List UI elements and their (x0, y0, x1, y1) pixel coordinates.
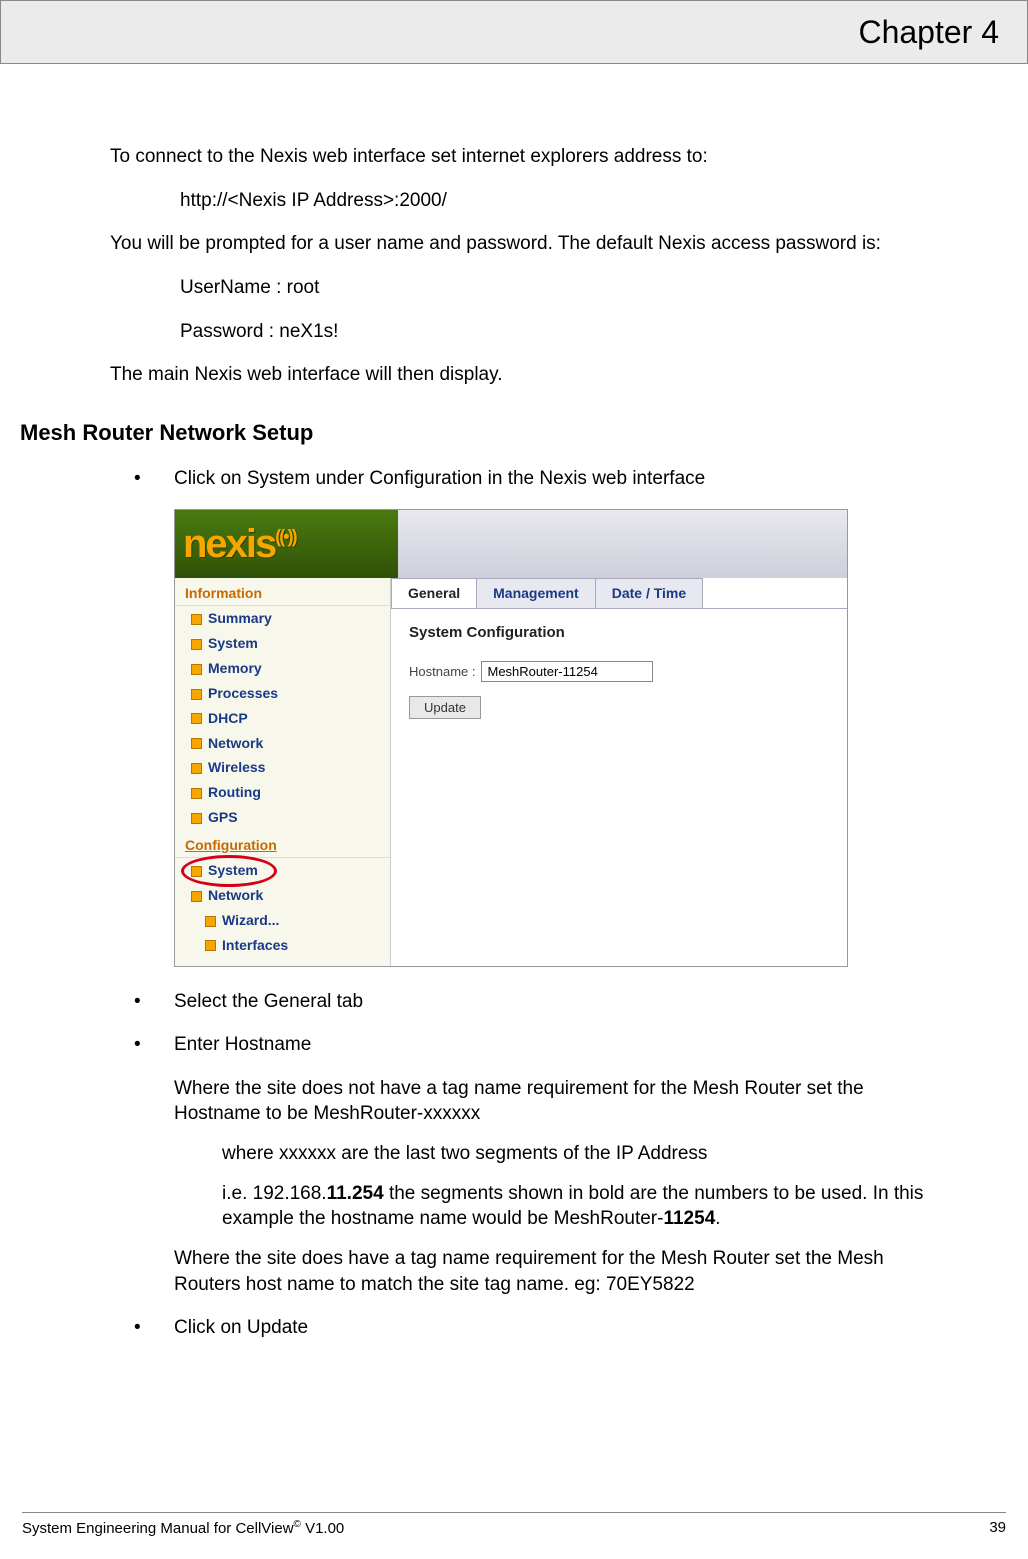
credential-username: UserName : root (110, 275, 948, 301)
nexis-screenshot: nexis((•)) Information Summary System Me… (174, 509, 848, 966)
bullet-icon (191, 891, 202, 902)
bullet-icon (191, 713, 202, 724)
sidebar-section-configuration: Configuration (175, 830, 390, 858)
hostname-row: Hostname : (391, 661, 847, 692)
paragraph: The main Nexis web interface will then d… (110, 362, 948, 388)
bullet-item: Click on System under Configuration in t… (134, 466, 948, 492)
update-button[interactable]: Update (409, 696, 481, 719)
tab-datetime[interactable]: Date / Time (595, 578, 703, 608)
hostname-input[interactable] (481, 661, 653, 682)
sidebar-item-summary[interactable]: Summary (175, 606, 390, 631)
panel-title: System Configuration (391, 609, 847, 661)
chapter-title: Chapter 4 (858, 14, 999, 51)
sidebar-item-wireless[interactable]: Wireless (175, 755, 390, 780)
document-body: To connect to the Nexis web interface se… (0, 64, 1028, 1341)
bullet-icon (191, 788, 202, 799)
code-line: http://<Nexis IP Address>:2000/ (110, 188, 948, 214)
bullet-icon (205, 940, 216, 951)
page-number: 39 (989, 1519, 1006, 1537)
bullet-item: Click on Update (134, 1315, 948, 1341)
bullet-icon (191, 689, 202, 700)
bullet-icon (191, 763, 202, 774)
paragraph: Where the site does have a tag name requ… (174, 1246, 948, 1297)
paragraph: Where the site does not have a tag name … (174, 1076, 948, 1127)
banner-spacer (398, 510, 847, 579)
sidebar-item-memory[interactable]: Memory (175, 656, 390, 681)
main-panel: General Management Date / Time System Co… (391, 578, 847, 965)
sidebar-item-system-config[interactable]: System (175, 858, 390, 883)
tab-bar: General Management Date / Time (391, 578, 847, 609)
sidebar-item-wizard[interactable]: Wizard... (175, 908, 390, 933)
tab-general[interactable]: General (391, 578, 477, 608)
chapter-header: Chapter 4 (0, 0, 1028, 64)
sidebar-item-network-info[interactable]: Network (175, 731, 390, 756)
signal-icon: ((•)) (275, 527, 295, 547)
page-footer: System Engineering Manual for CellView© … (22, 1512, 1006, 1537)
bullet-icon (191, 614, 202, 625)
footer-title: System Engineering Manual for CellView© … (22, 1519, 344, 1537)
bullet-icon (191, 813, 202, 824)
sidebar-item-routing[interactable]: Routing (175, 780, 390, 805)
logo-area: nexis((•)) (175, 510, 398, 578)
sidebar-item-interfaces[interactable]: Interfaces (175, 933, 390, 958)
paragraph: To connect to the Nexis web interface se… (110, 144, 948, 170)
hostname-label: Hostname : (409, 663, 475, 681)
sidebar-item-processes[interactable]: Processes (175, 681, 390, 706)
sidebar-item-dhcp[interactable]: DHCP (175, 706, 390, 731)
bullet-icon (191, 639, 202, 650)
sidebar-item-gps[interactable]: GPS (175, 805, 390, 830)
paragraph: You will be prompted for a user name and… (110, 231, 948, 257)
bullet-icon (191, 866, 202, 877)
sidebar-item-network-config[interactable]: Network (175, 883, 390, 908)
sidebar-item-system-info[interactable]: System (175, 631, 390, 656)
bullet-item: Enter Hostname Where the site does not h… (134, 1032, 948, 1297)
credential-password: Password : neX1s! (110, 319, 948, 345)
tab-management[interactable]: Management (476, 578, 596, 608)
paragraph: where xxxxxx are the last two segments o… (174, 1141, 948, 1167)
sidebar: Information Summary System Memory Proces… (175, 578, 391, 965)
paragraph: i.e. 192.168.11.254 the segments shown i… (174, 1181, 948, 1232)
nexis-logo: nexis((•)) (183, 517, 296, 571)
bullet-icon (205, 916, 216, 927)
section-heading: Mesh Router Network Setup (20, 418, 948, 448)
sidebar-section-information: Information (175, 578, 390, 606)
bullet-icon (191, 738, 202, 749)
bullet-icon (191, 664, 202, 675)
bullet-item: Select the General tab (134, 989, 948, 1015)
copyright-symbol: © (294, 1519, 301, 1530)
